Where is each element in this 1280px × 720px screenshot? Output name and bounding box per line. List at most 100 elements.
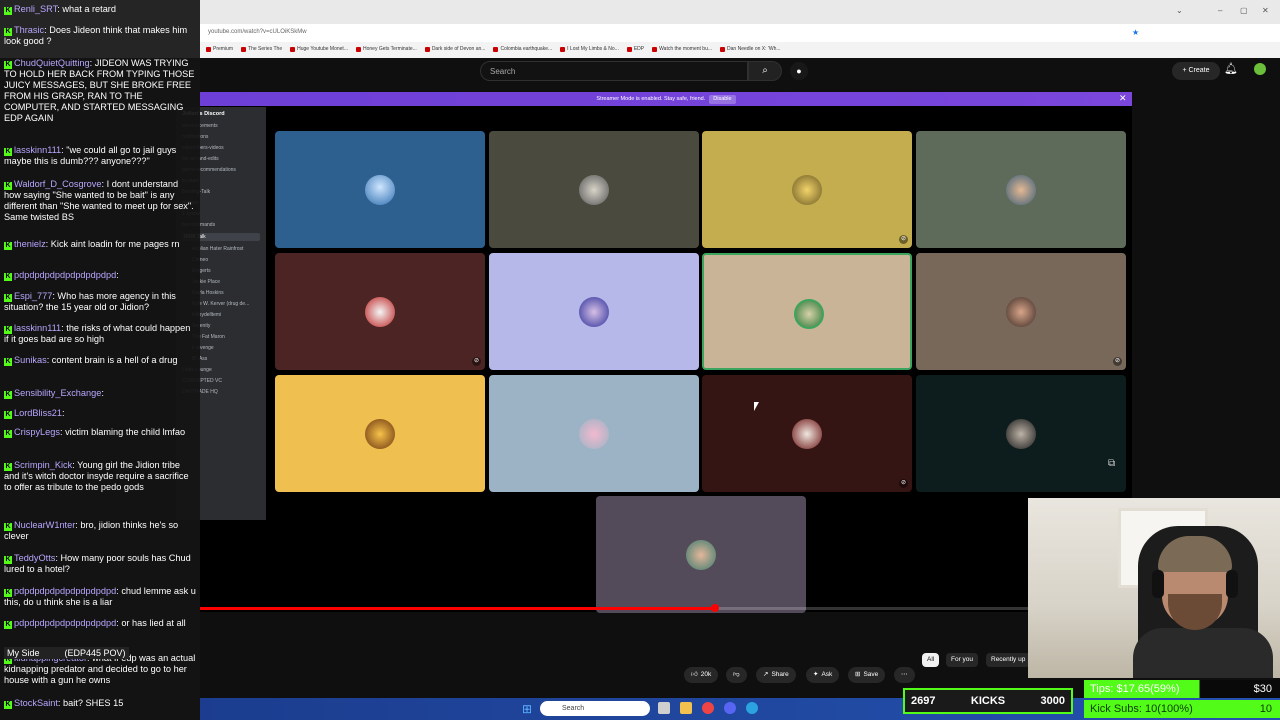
voice-user[interactable]: lettoydelltemi	[192, 312, 260, 318]
participant-tile[interactable]	[489, 253, 699, 370]
chip-recently-uploaded[interactable]: Recently up	[986, 653, 1031, 667]
participant-tile-speaking[interactable]	[702, 253, 912, 370]
bookmark[interactable]: Watch the moment bu...	[652, 44, 712, 54]
telegram-icon[interactable]	[746, 702, 758, 714]
headset-icon	[1226, 570, 1238, 598]
voice-user[interactable]: Kayla Hoskins	[192, 290, 260, 296]
video-scrubber-handle[interactable]	[711, 604, 719, 612]
close-window-icon[interactable]: ✕	[1262, 6, 1269, 15]
chat-message: K CrispyLegs: victim blaming the child lm…	[4, 427, 196, 438]
search-input[interactable]: Search	[480, 61, 748, 81]
maximize-icon[interactable]: ▢	[1240, 6, 1248, 15]
bookmark[interactable]: Premium	[206, 44, 233, 54]
participant-tile[interactable]	[275, 375, 485, 492]
voice-user[interactable]: The Fat Maron	[192, 334, 260, 340]
bookmark-icon	[493, 46, 499, 52]
voice-user[interactable]: B*-Ass	[192, 356, 260, 362]
task-view-icon[interactable]	[658, 702, 670, 714]
voice-user[interactable]: il revenge	[192, 345, 260, 351]
bookmark[interactable]: Huge Youtube Monet...	[290, 44, 348, 54]
kicks-count: 2697	[911, 695, 936, 707]
chat-username[interactable]: CrispyLegs	[14, 427, 60, 437]
participant-tile[interactable]: ⊘	[702, 131, 912, 248]
disable-button[interactable]: Disable	[709, 95, 736, 104]
chat-username[interactable]: Sunikas	[14, 355, 47, 365]
chip-all[interactable]: All	[922, 653, 940, 667]
participant-tile[interactable]: ⊘	[916, 253, 1126, 370]
discord-icon[interactable]	[724, 702, 736, 714]
chip-for-you[interactable]: For you	[946, 653, 979, 667]
chat-username[interactable]: pdpdpdpdpdpdpdpdpdpd	[14, 618, 116, 628]
close-icon[interactable]: ✕	[1119, 93, 1127, 104]
bookmark[interactable]: The Series The	[241, 44, 282, 54]
bookmark[interactable]: I Lost My Limbs & No...	[560, 44, 619, 54]
bell-icon[interactable]: 🔔︎	[1224, 62, 1238, 75]
microphone-icon[interactable]: ●	[790, 62, 808, 80]
chrome-icon[interactable]	[702, 702, 714, 714]
windows-start-icon[interactable]: ⊞	[522, 702, 532, 716]
voice-user[interactable]: Emgerts	[192, 268, 260, 274]
chat-username[interactable]: Renli_SRT	[14, 4, 57, 14]
voice-user[interactable]: Kyle W. Kerver (drug de...	[192, 301, 260, 307]
chat-text: or has lied at all	[121, 618, 186, 628]
chat-username[interactable]: Scrimpin_Kick	[14, 460, 72, 470]
create-button[interactable]: + Create	[1172, 62, 1220, 80]
bookmark[interactable]: EDP	[626, 44, 644, 54]
chat-text: what a retard	[62, 4, 116, 14]
star-icon[interactable]: ★	[1132, 28, 1139, 37]
participant-tile[interactable]	[596, 496, 806, 613]
chat-username[interactable]: thenielz	[14, 239, 46, 249]
ask-button[interactable]: ✦ Ask	[806, 667, 840, 683]
participant-tile[interactable]	[275, 131, 485, 248]
thumbs-down-icon: 👎︎	[733, 671, 740, 678]
voice-user[interactable]: Jackie Place	[192, 279, 260, 285]
minimize-icon[interactable]: –	[1218, 6, 1222, 15]
chat-username[interactable]: Thrasic	[14, 25, 44, 35]
voice-user[interactable]: Cemeo	[192, 257, 260, 263]
bookmark-icon	[290, 46, 296, 52]
taskbar-search[interactable]: Search	[540, 701, 650, 716]
chevron-down-icon[interactable]: ⌄	[1176, 6, 1183, 15]
participant-tile[interactable]	[489, 375, 699, 492]
bookmark[interactable]: Colombia earthquake...	[493, 44, 552, 54]
bookmark[interactable]: Dark side of Devon an...	[424, 44, 485, 54]
participant-tile[interactable]: ⊘	[275, 253, 485, 370]
chat-username[interactable]: pdpdpdpdpdpdpdpdpdpd	[14, 586, 116, 596]
my-side-label: My Side (EDP445 POV)	[4, 647, 129, 659]
chat-separator: :	[62, 408, 65, 418]
popout-icon[interactable]: ⧉	[1108, 458, 1115, 469]
avatar[interactable]	[1254, 63, 1266, 75]
chat-username[interactable]: Waldorf_D_Cosgrove	[14, 179, 102, 189]
participant-tile[interactable]	[916, 375, 1126, 492]
chat-username[interactable]: ChudQuietQuitting	[14, 58, 90, 68]
participant-tile[interactable]: ⊘	[702, 375, 912, 492]
chat-username[interactable]: LordBliss21	[14, 408, 62, 418]
bookmarks-bar: Premium The Series The Huge Youtube Mone…	[200, 42, 1280, 56]
address-bar[interactable]: youtube.com/watch?v=cULOiKSkMw	[200, 24, 1280, 42]
chat-username[interactable]: lasskinn111	[14, 323, 61, 333]
chat-username[interactable]: NuclearW1nter	[14, 520, 75, 530]
chat-message: K Thrasic: Does Jideon think that makes h…	[4, 25, 196, 47]
search-icon[interactable]: ⌕	[748, 61, 782, 81]
bookmark[interactable]: Honey Gets Terminate...	[355, 44, 417, 54]
chat-username[interactable]: Sensibility_Exchange	[14, 388, 101, 398]
bookmark[interactable]: Dan Needle on X: 'Wh...	[720, 44, 781, 54]
save-button[interactable]: ⊞ Save	[848, 667, 886, 683]
chat-username[interactable]: pdpdpdpdpdpdpdpdpdpd	[14, 270, 116, 280]
chat-username[interactable]: StockSaint	[14, 698, 58, 708]
dislike-button[interactable]: 👎︎	[726, 667, 747, 683]
chat-username[interactable]: TeddyOtts	[14, 553, 55, 563]
mouse-cursor	[754, 402, 759, 411]
file-explorer-icon[interactable]	[680, 702, 692, 714]
participant-tile[interactable]	[916, 131, 1126, 248]
more-button[interactable]: ⋯	[894, 667, 915, 683]
chat-username[interactable]: Espi_777	[14, 291, 52, 301]
voice-user[interactable]: Acolian Hater Rainfrost	[192, 246, 260, 252]
participant-tile[interactable]	[489, 131, 699, 248]
share-button[interactable]: ↗ Share	[756, 667, 796, 683]
video-progress-fill	[200, 607, 715, 610]
like-button[interactable]: 👍︎ 20k	[684, 667, 719, 683]
thumbs-up-icon: 👍︎	[691, 671, 698, 678]
voice-user[interactable]: Serenity	[192, 323, 260, 329]
chat-username[interactable]: lasskinn111	[14, 145, 61, 155]
